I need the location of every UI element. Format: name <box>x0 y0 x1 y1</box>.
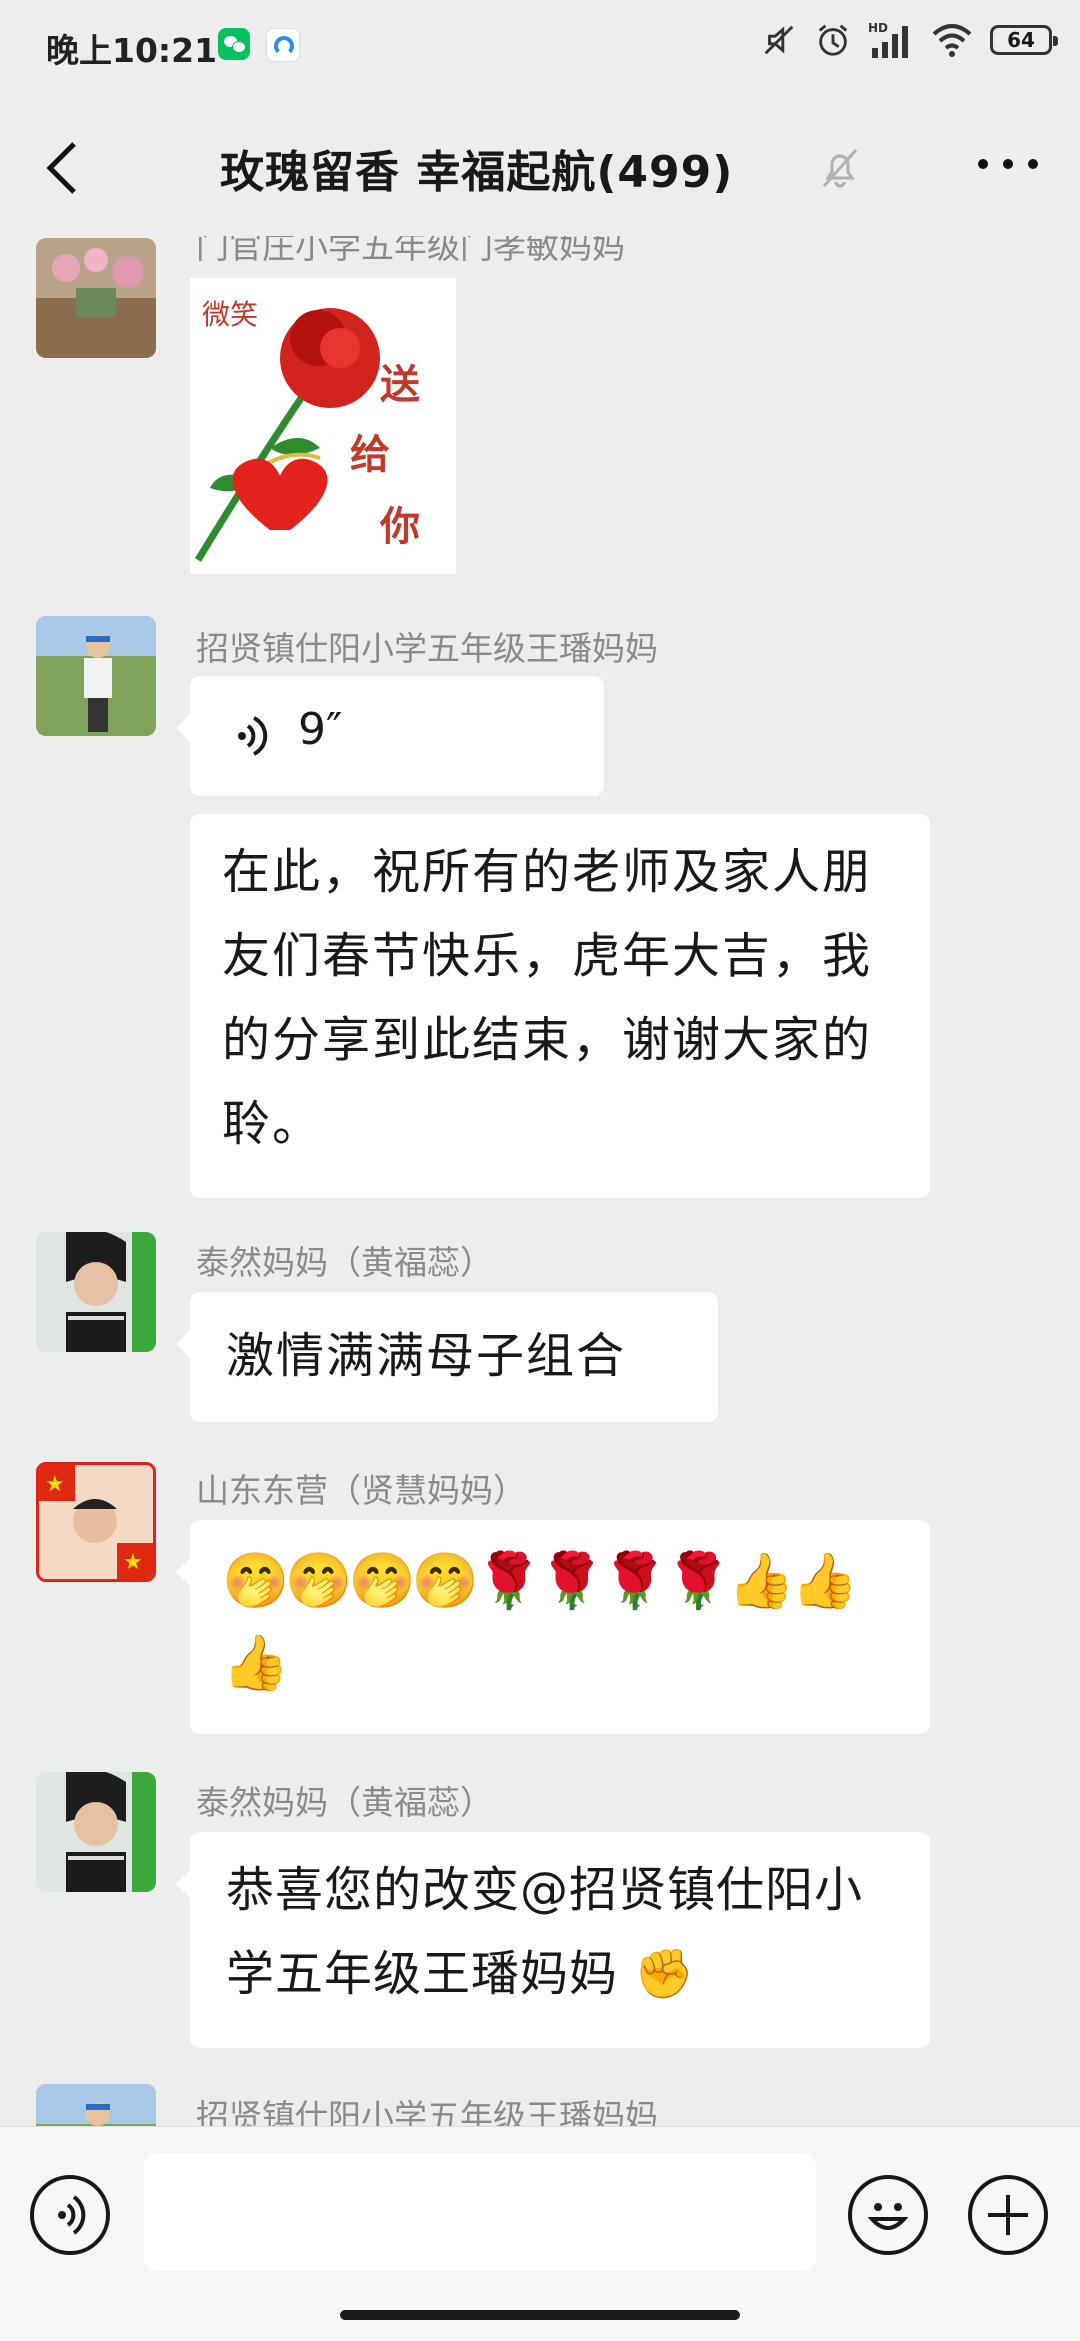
battery-icon: 64 <box>990 25 1058 55</box>
voice-wave-icon <box>238 716 268 756</box>
avatar[interactable] <box>36 616 156 736</box>
input-bar <box>0 2126 1080 2341</box>
emoji-message-bubble[interactable]: 🤭🤭🤭🤭🌹🌹🌹🌹👍👍👍 <box>176 1520 930 1734</box>
sender-name: 山东东营（贤慧妈妈） <box>196 1471 526 1510</box>
chevron-left-icon[interactable] <box>40 140 86 196</box>
app-icon <box>266 28 300 62</box>
emoji-icon[interactable] <box>848 2175 928 2255</box>
chat-message-list[interactable]: 门官庄小学五年级门孝敏妈妈 微笑 送 给 你 招贤镇仕阳小学五年级王璠妈妈 9″… <box>0 236 1080 2126</box>
avatar[interactable] <box>36 1232 156 1352</box>
home-indicator[interactable] <box>340 2310 740 2320</box>
sticker-image[interactable]: 微笑 送 给 你 <box>190 278 456 574</box>
bell-off-icon <box>822 149 858 188</box>
sender-name: 门官庄小学五年级门孝敏妈妈 <box>196 236 625 266</box>
more-dots-icon[interactable] <box>978 154 1038 174</box>
alarm-icon <box>818 24 848 56</box>
avatar[interactable] <box>36 1772 156 1892</box>
mute-icon <box>764 25 794 55</box>
voice-input-icon[interactable] <box>30 2175 110 2255</box>
avatar[interactable] <box>36 2084 156 2126</box>
message-text: 恭喜您的改变@招贤镇仕阳小学五年级王璠妈妈 ✊ <box>226 1862 864 2002</box>
status-time: 晚上10:21 <box>46 31 218 70</box>
sticker-label: 微笑 <box>202 298 258 331</box>
message-emoji: 🤭🤭🤭🤭🌹🌹🌹🌹👍👍👍 <box>222 1549 858 1694</box>
text-message-bubble[interactable]: 恭喜您的改变@招贤镇仕阳小学五年级王璠妈妈 ✊ <box>176 1832 930 2048</box>
message-input[interactable] <box>144 2153 816 2271</box>
message-text: 在此，祝所有的老师及家人朋友们春节快乐，虎年大吉，我的分享到此结束，谢谢大家的聆… <box>222 844 873 1152</box>
avatar[interactable]: ★ ★ <box>36 1462 156 1582</box>
status-bar: 晚上10:21 HD 64 <box>0 0 1080 92</box>
voice-duration: 9″ <box>298 704 343 755</box>
chat-title: 玫瑰留香 幸福起航(499) <box>220 147 734 198</box>
wifi-icon <box>932 24 972 57</box>
sender-name: 泰然妈妈（黄福蕊） <box>196 1783 493 1822</box>
avatar[interactable] <box>36 238 156 358</box>
text-message-bubble[interactable]: 在此，祝所有的老师及家人朋友们春节快乐，虎年大吉，我的分享到此结束，谢谢大家的聆… <box>190 814 930 1198</box>
wechat-icon <box>218 28 250 60</box>
svg-text:HD: HD <box>868 21 888 35</box>
sticker-caption-2: 给 <box>350 432 390 478</box>
text-message-bubble[interactable]: 激情满满母子组合 <box>176 1292 718 1422</box>
sender-name: 招贤镇仕阳小学五年级王璠妈妈 <box>196 2097 658 2126</box>
svg-text:★: ★ <box>45 1472 65 1497</box>
sender-name: 招贤镇仕阳小学五年级王璠妈妈 <box>196 629 658 668</box>
sticker-caption-3: 你 <box>379 504 420 550</box>
message-text: 激情满满母子组合 <box>226 1328 627 1384</box>
chat-header: 玫瑰留香 幸福起航(499) <box>0 92 1080 242</box>
hd-signal-icon: HD <box>868 21 908 58</box>
sticker-caption-1: 送 <box>380 362 420 408</box>
voice-message-bubble[interactable]: 9″ <box>176 676 604 796</box>
svg-text:★: ★ <box>123 1550 143 1575</box>
plus-icon[interactable] <box>968 2175 1048 2255</box>
sender-name: 泰然妈妈（黄福蕊） <box>196 1243 493 1282</box>
